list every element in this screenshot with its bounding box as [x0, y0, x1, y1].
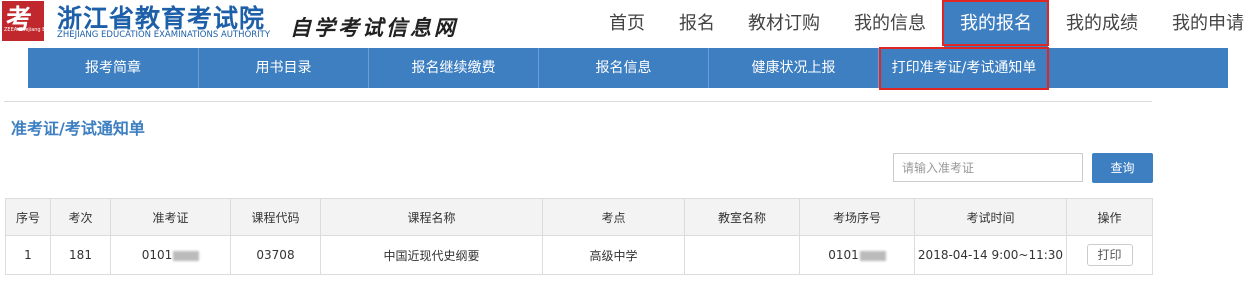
nav-my-info[interactable]: 我的信息 — [854, 0, 926, 48]
cell-session: 181 — [50, 235, 111, 275]
col-index: 序号 — [5, 198, 51, 236]
col-action: 操作 — [1066, 198, 1153, 236]
subnav-exam-guide[interactable]: 报考简章 — [28, 48, 199, 88]
subnav-print-ticket[interactable]: 打印准考证/考试通知单 — [879, 48, 1049, 88]
col-exam-site: 考点 — [542, 198, 685, 236]
divider — [4, 101, 1152, 102]
ticket-search-input[interactable] — [893, 153, 1083, 182]
exam-ticket-table: 序号 考次 准考证 课程代码 课程名称 考点 教室名称 考场序号 考试时间 操作… — [5, 198, 1153, 275]
site-header: 考 ZEEA Zhejiang Education Examinations A… — [0, 0, 1250, 48]
site-name: 自学考试信息网 — [290, 15, 458, 40]
cell-ticket: 0101 — [110, 235, 231, 275]
cell-course-code: 03708 — [230, 235, 321, 275]
col-course-code: 课程代码 — [230, 198, 321, 236]
nav-my-applications[interactable]: 我的申请 — [1172, 0, 1244, 48]
col-ticket: 准考证 — [110, 198, 231, 236]
col-session: 考次 — [50, 198, 111, 236]
cell-action: 打印 — [1066, 235, 1153, 275]
redacted-mask — [173, 250, 200, 261]
nav-register[interactable]: 报名 — [679, 0, 715, 48]
table-row: 1 181 0101 03708 中国近现代史纲要 高级中学 0101 2018… — [5, 235, 1153, 275]
seat-prefix: 0101 — [828, 248, 859, 262]
cell-course-name: 中国近现代史纲要 — [320, 235, 543, 275]
cell-room — [684, 235, 800, 275]
subnav-registration-info[interactable]: 报名信息 — [539, 48, 709, 88]
cell-index: 1 — [5, 235, 51, 275]
ticket-prefix: 0101 — [141, 248, 173, 262]
col-course-name: 课程名称 — [320, 198, 543, 236]
subnav-health-report[interactable]: 健康状况上报 — [709, 48, 879, 88]
table-header-row: 序号 考次 准考证 课程代码 课程名称 考点 教室名称 考场序号 考试时间 操作 — [5, 198, 1153, 236]
subnav-book-list[interactable]: 用书目录 — [199, 48, 369, 88]
sub-nav: 报考简章 用书目录 报名继续缴费 报名信息 健康状况上报 打印准考证/考试通知单 — [28, 48, 1228, 88]
nav-my-scores[interactable]: 我的成绩 — [1066, 0, 1138, 48]
org-name-en: ZHEJIANG EDUCATION EXAMINATIONS AUTHORIT… — [57, 30, 271, 40]
subnav-continue-payment[interactable]: 报名继续缴费 — [369, 48, 539, 88]
col-room: 教室名称 — [684, 198, 800, 236]
zeea-logo[interactable]: 考 ZEEA Zhejiang Education Examinations A… — [2, 1, 127, 41]
page-title: 准考证/考试通知单 — [11, 119, 145, 138]
print-button[interactable]: 打印 — [1086, 244, 1133, 266]
col-seat-no: 考场序号 — [799, 198, 915, 236]
nav-my-registration[interactable]: 我的报名 — [944, 0, 1048, 48]
cell-seat-no: 0101 — [799, 235, 915, 275]
redacted-mask — [859, 250, 886, 261]
cell-exam-time: 2018-04-14 9:00~11:30 — [914, 235, 1067, 275]
search-button[interactable]: 查询 — [1092, 153, 1153, 183]
nav-textbook-order[interactable]: 教材订购 — [748, 0, 820, 48]
col-exam-time: 考试时间 — [914, 198, 1067, 236]
cell-exam-site: 高级中学 — [542, 235, 685, 275]
nav-home[interactable]: 首页 — [609, 0, 645, 48]
